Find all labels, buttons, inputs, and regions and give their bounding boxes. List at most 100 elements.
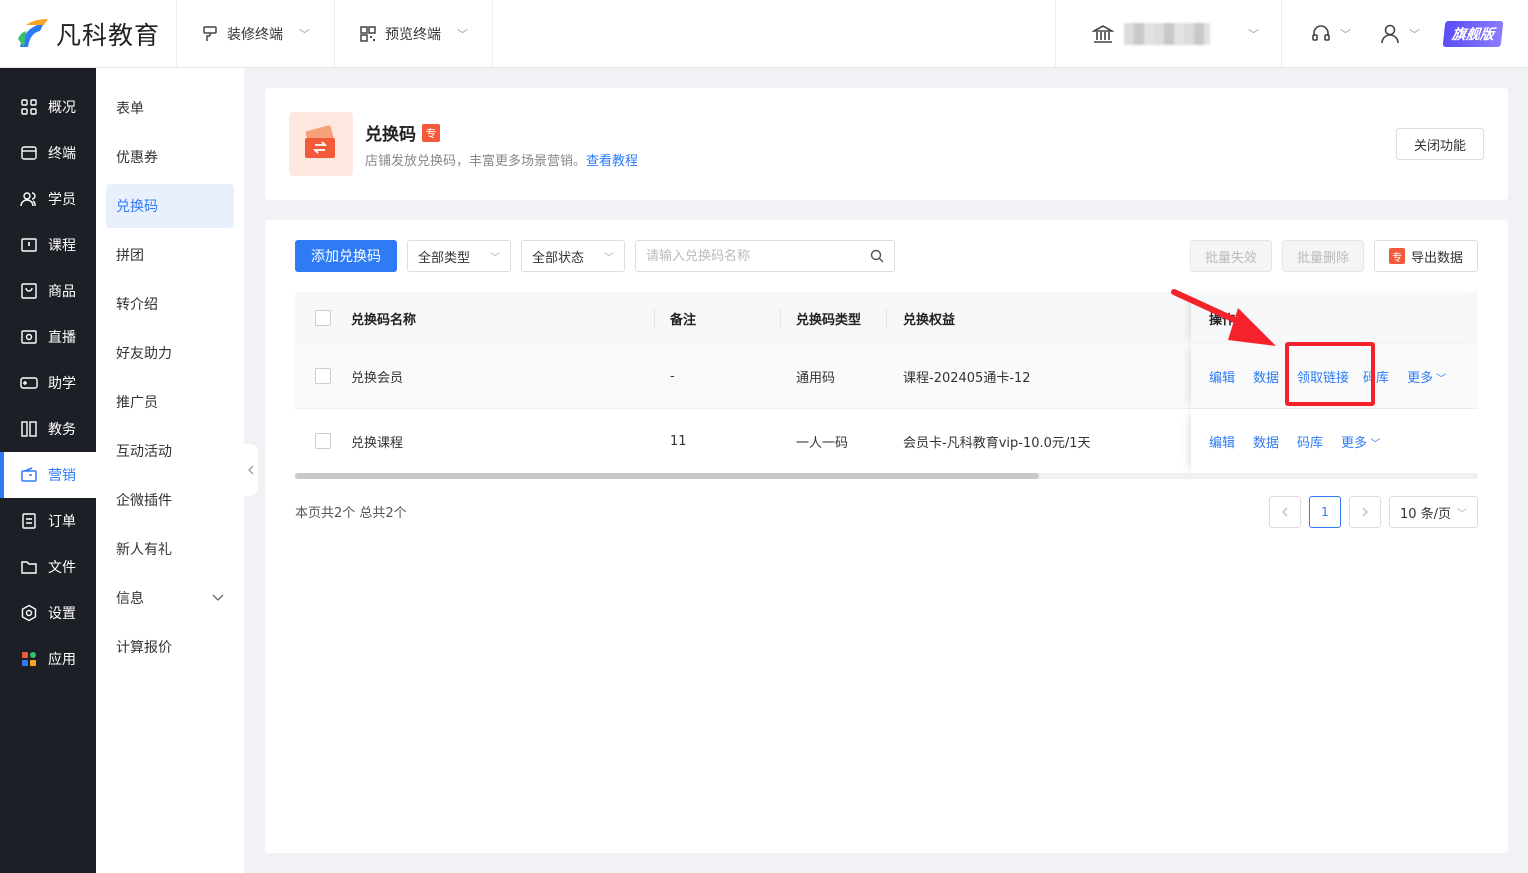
column-divider <box>654 308 655 328</box>
store-switcher[interactable]: ﹀ <box>1055 0 1281 68</box>
column-header-name: 兑换码名称 <box>351 312 417 328</box>
preview-terminal-menu[interactable]: 预览终端 ﹀ <box>335 0 493 68</box>
submenu-item-referral[interactable]: 转介绍 <box>106 282 234 326</box>
cell-benefit: 课程-202405通卡-12 <box>903 370 1031 386</box>
apps-icon <box>22 652 36 666</box>
redeem-feature-icon <box>289 112 353 176</box>
marketing-icon <box>21 467 37 482</box>
brand-name: 凡科教育 <box>56 20 161 50</box>
sidebar-item-marketing[interactable]: 营销 <box>0 452 96 498</box>
status-filter-select[interactable]: 全部状态 ﹀ <box>521 240 625 272</box>
tutorial-link[interactable]: 查看教程 <box>586 154 638 169</box>
chevron-down-icon <box>212 594 224 601</box>
submenu-item-label: 企微插件 <box>116 493 172 509</box>
book-icon <box>21 421 37 437</box>
search-icon[interactable] <box>870 249 884 263</box>
brand-logo[interactable]: 凡科教育 <box>0 0 177 68</box>
submenu-item-friend-help[interactable]: 好友助力 <box>106 331 234 375</box>
code-library-link[interactable]: 码库 <box>1297 432 1323 451</box>
page-size-select[interactable]: 10 条/页 ﹀ <box>1389 496 1478 528</box>
sidebar-item-students[interactable]: 学员 <box>0 176 96 222</box>
vip-badge[interactable]: 旗舰版 <box>1442 21 1504 47</box>
submenu-item-info[interactable]: 信息 <box>106 576 234 620</box>
annotation-arrow <box>1171 289 1276 346</box>
account-menu[interactable]: ﹀ <box>1365 0 1434 68</box>
chevron-down-icon: ﹀ <box>1248 28 1259 41</box>
page-description: 店铺发放兑换码，丰富更多场景营销。查看教程 <box>365 150 638 169</box>
submenu-item-redeem-code[interactable]: 兑换码 <box>106 184 234 228</box>
batch-delete-button[interactable]: 批量删除 <box>1281 240 1364 272</box>
sidebar-item-live[interactable]: 直播 <box>0 314 96 360</box>
next-page-button[interactable] <box>1349 496 1381 528</box>
data-link[interactable]: 数据 <box>1253 367 1279 386</box>
submenu-item-interactive[interactable]: 互动活动 <box>106 429 234 473</box>
submenu-item-form[interactable]: 表单 <box>106 86 234 130</box>
prev-page-button[interactable] <box>1269 496 1301 528</box>
submenu-item-label: 计算报价 <box>116 640 172 656</box>
sidebar-item-label: 营销 <box>48 468 76 484</box>
submenu-item-group-buy[interactable]: 拼团 <box>106 233 234 277</box>
sidebar-item-overview[interactable]: 概况 <box>0 84 96 130</box>
submenu-item-label: 优惠券 <box>116 150 158 166</box>
sidebar-item-orders[interactable]: 订单 <box>0 498 96 544</box>
row-checkbox[interactable] <box>315 368 331 384</box>
sidebar-item-study-aid[interactable]: 助学 <box>0 360 96 406</box>
sidebar-item-academic[interactable]: 教务 <box>0 406 96 452</box>
submenu-item-promoter[interactable]: 推广员 <box>106 380 234 424</box>
type-filter-select[interactable]: 全部类型 ﹀ <box>407 240 511 272</box>
sidebar-item-label: 课程 <box>48 238 76 254</box>
sidebar-item-courses[interactable]: 课程 <box>0 222 96 268</box>
edit-link[interactable]: 编辑 <box>1209 432 1235 451</box>
sidebar-item-terminal[interactable]: 终端 <box>0 130 96 176</box>
secondary-menu: 表单 优惠券 兑换码 拼团 转介绍 好友助力 推广员 互动活动 企微插件 新人有… <box>96 68 244 873</box>
goods-icon <box>21 283 37 299</box>
sidebar-item-label: 终端 <box>48 146 76 162</box>
row-checkbox[interactable] <box>315 433 331 449</box>
cell-type: 通用码 <box>796 370 836 386</box>
page-number-button[interactable]: 1 <box>1309 496 1341 528</box>
scrollbar-thumb[interactable] <box>295 473 1039 479</box>
page-title-text: 兑换码 <box>365 125 416 145</box>
batch-disable-button[interactable]: 批量失效 <box>1189 240 1272 272</box>
select-all-checkbox[interactable] <box>315 310 331 326</box>
submenu-item-label: 转介绍 <box>116 297 158 313</box>
collapse-menu-toggle[interactable] <box>244 444 258 496</box>
list-toolbar: 添加兑换码 全部类型 ﹀ 全部状态 ﹀ 批量失效 批量删除 专 导出数据 <box>295 240 1478 272</box>
more-dropdown[interactable]: 更多 ﹀ <box>1407 367 1446 386</box>
data-link[interactable]: 数据 <box>1253 432 1279 451</box>
cell-name: 兑换课程 <box>351 435 404 451</box>
top-bar: 凡科教育 装修终端 ﹀ 预览终端 ﹀ ﹀ ﹀ ﹀ 旗舰版 <box>0 0 1528 68</box>
page-summary: 本页共2个 总共2个 <box>295 506 407 521</box>
column-header-type: 兑换码类型 <box>796 312 862 328</box>
sidebar-item-label: 文件 <box>48 560 76 576</box>
chevron-down-icon: ﹀ <box>1367 438 1381 450</box>
column-divider <box>886 308 887 328</box>
sidebar-item-label: 概况 <box>48 100 76 116</box>
search-box <box>635 240 895 272</box>
brush-icon <box>203 25 217 41</box>
sidebar-item-files[interactable]: 文件 <box>0 544 96 590</box>
submenu-item-new-user-gift[interactable]: 新人有礼 <box>106 527 234 571</box>
submenu-item-label: 兑换码 <box>116 199 158 215</box>
add-redeem-code-button[interactable]: 添加兑换码 <box>295 240 397 272</box>
table-horizontal-scrollbar[interactable] <box>295 473 1478 479</box>
submenu-item-wecom-plugin[interactable]: 企微插件 <box>106 478 234 522</box>
export-data-button[interactable]: 专 导出数据 <box>1373 240 1478 272</box>
sidebar-item-goods[interactable]: 商品 <box>0 268 96 314</box>
support-menu[interactable]: ﹀ <box>1281 0 1365 68</box>
grid-icon <box>21 99 37 115</box>
sidebar-item-apps[interactable]: 应用 <box>0 636 96 682</box>
pro-badge-icon: 专 <box>1388 248 1405 264</box>
search-input[interactable] <box>646 248 846 264</box>
more-dropdown[interactable]: 更多 ﹀ <box>1341 432 1380 451</box>
decorate-terminal-label: 装修终端 <box>227 26 283 43</box>
decorate-terminal-menu[interactable]: 装修终端 ﹀ <box>177 0 335 68</box>
submenu-item-coupon[interactable]: 优惠券 <box>106 135 234 179</box>
submenu-item-quote[interactable]: 计算报价 <box>106 625 234 669</box>
more-label: 更多 <box>1341 435 1368 451</box>
table-row: 兑换课程 11 一人一码 会员卡-凡科教育vip-10.0元/1天 编辑 数据 … <box>295 409 1478 474</box>
sidebar-item-settings[interactable]: 设置 <box>0 590 96 636</box>
close-feature-button[interactable]: 关闭功能 <box>1396 128 1484 160</box>
chevron-down-icon: ﹀ <box>1409 28 1420 41</box>
edit-link[interactable]: 编辑 <box>1209 367 1235 386</box>
